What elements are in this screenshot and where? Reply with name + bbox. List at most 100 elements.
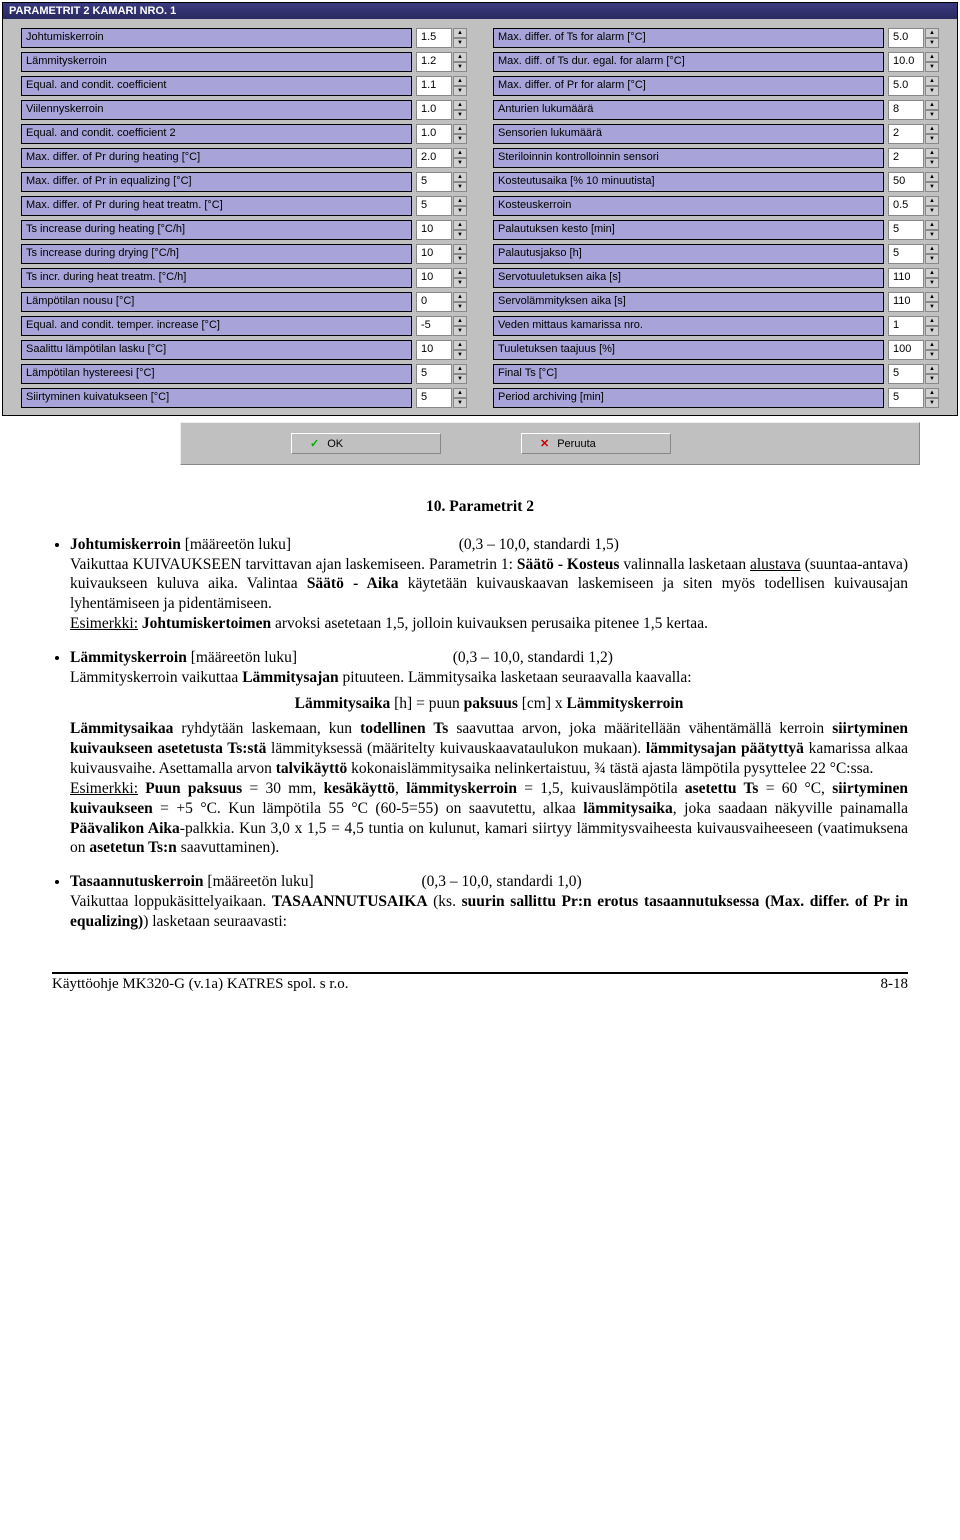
param-left-value[interactable]: 1.0 xyxy=(416,124,452,144)
spin-up-icon[interactable]: ▲ xyxy=(453,196,467,206)
param-right-value[interactable]: 2 xyxy=(888,148,924,168)
param-left-value[interactable]: 5 xyxy=(416,196,452,216)
param-right-value[interactable]: 5 xyxy=(888,388,924,408)
spin-up-icon[interactable]: ▲ xyxy=(453,220,467,230)
spinner[interactable]: ▲▼ xyxy=(925,100,939,120)
spin-down-icon[interactable]: ▼ xyxy=(453,86,467,96)
param-right-value[interactable]: 1 xyxy=(888,316,924,336)
spin-down-icon[interactable]: ▼ xyxy=(453,374,467,384)
param-left-value[interactable]: 1.1 xyxy=(416,76,452,96)
spin-down-icon[interactable]: ▼ xyxy=(453,110,467,120)
param-right-value[interactable]: 2 xyxy=(888,124,924,144)
spin-up-icon[interactable]: ▲ xyxy=(453,364,467,374)
spinner[interactable]: ▲▼ xyxy=(453,292,467,312)
spin-down-icon[interactable]: ▼ xyxy=(925,326,939,336)
spinner[interactable]: ▲▼ xyxy=(453,220,467,240)
param-right-value[interactable]: 110 xyxy=(888,292,924,312)
spinner[interactable]: ▲▼ xyxy=(453,52,467,72)
spin-down-icon[interactable]: ▼ xyxy=(925,302,939,312)
spin-down-icon[interactable]: ▼ xyxy=(453,206,467,216)
spin-down-icon[interactable]: ▼ xyxy=(925,374,939,384)
spin-down-icon[interactable]: ▼ xyxy=(925,350,939,360)
spinner[interactable]: ▲▼ xyxy=(925,148,939,168)
spin-up-icon[interactable]: ▲ xyxy=(453,52,467,62)
spin-down-icon[interactable]: ▼ xyxy=(925,134,939,144)
spinner[interactable]: ▲▼ xyxy=(453,244,467,264)
spin-up-icon[interactable]: ▲ xyxy=(925,148,939,158)
param-left-value[interactable]: 10 xyxy=(416,340,452,360)
spin-down-icon[interactable]: ▼ xyxy=(453,302,467,312)
spin-up-icon[interactable]: ▲ xyxy=(453,100,467,110)
spin-down-icon[interactable]: ▼ xyxy=(453,278,467,288)
spinner[interactable]: ▲▼ xyxy=(453,268,467,288)
spinner[interactable]: ▲▼ xyxy=(925,196,939,216)
spin-down-icon[interactable]: ▼ xyxy=(453,182,467,192)
spinner[interactable]: ▲▼ xyxy=(453,388,467,408)
spinner[interactable]: ▲▼ xyxy=(453,364,467,384)
spin-down-icon[interactable]: ▼ xyxy=(925,278,939,288)
spin-down-icon[interactable]: ▼ xyxy=(925,110,939,120)
spin-down-icon[interactable]: ▼ xyxy=(925,182,939,192)
spinner[interactable]: ▲▼ xyxy=(453,148,467,168)
param-right-value[interactable]: 50 xyxy=(888,172,924,192)
spin-up-icon[interactable]: ▲ xyxy=(925,388,939,398)
spinner[interactable]: ▲▼ xyxy=(925,292,939,312)
spin-up-icon[interactable]: ▲ xyxy=(925,340,939,350)
spin-down-icon[interactable]: ▼ xyxy=(453,326,467,336)
param-right-value[interactable]: 110 xyxy=(888,268,924,288)
spinner[interactable]: ▲▼ xyxy=(453,28,467,48)
spin-up-icon[interactable]: ▲ xyxy=(925,364,939,374)
cancel-button[interactable]: ✕ Peruuta xyxy=(521,433,671,454)
param-left-value[interactable]: 1.0 xyxy=(416,100,452,120)
ok-button[interactable]: ✓ OK xyxy=(291,433,441,454)
param-right-value[interactable]: 0.5 xyxy=(888,196,924,216)
spinner[interactable]: ▲▼ xyxy=(453,196,467,216)
spinner[interactable]: ▲▼ xyxy=(925,220,939,240)
param-left-value[interactable]: 1.5 xyxy=(416,28,452,48)
spin-up-icon[interactable]: ▲ xyxy=(453,148,467,158)
param-left-value[interactable]: 5 xyxy=(416,364,452,384)
spin-up-icon[interactable]: ▲ xyxy=(925,244,939,254)
param-right-value[interactable]: 5.0 xyxy=(888,28,924,48)
spinner[interactable]: ▲▼ xyxy=(453,316,467,336)
spin-up-icon[interactable]: ▲ xyxy=(453,28,467,38)
spin-up-icon[interactable]: ▲ xyxy=(925,220,939,230)
spinner[interactable]: ▲▼ xyxy=(925,388,939,408)
spin-up-icon[interactable]: ▲ xyxy=(453,124,467,134)
spin-up-icon[interactable]: ▲ xyxy=(925,28,939,38)
spinner[interactable]: ▲▼ xyxy=(925,316,939,336)
spin-up-icon[interactable]: ▲ xyxy=(925,268,939,278)
param-left-value[interactable]: 5 xyxy=(416,172,452,192)
spinner[interactable]: ▲▼ xyxy=(453,172,467,192)
spin-down-icon[interactable]: ▼ xyxy=(925,38,939,48)
param-left-value[interactable]: 1.2 xyxy=(416,52,452,72)
spin-down-icon[interactable]: ▼ xyxy=(453,230,467,240)
spin-down-icon[interactable]: ▼ xyxy=(925,206,939,216)
spin-down-icon[interactable]: ▼ xyxy=(453,158,467,168)
spin-down-icon[interactable]: ▼ xyxy=(925,230,939,240)
spinner[interactable]: ▲▼ xyxy=(453,76,467,96)
spin-down-icon[interactable]: ▼ xyxy=(453,38,467,48)
spin-down-icon[interactable]: ▼ xyxy=(453,254,467,264)
spin-down-icon[interactable]: ▼ xyxy=(453,134,467,144)
spinner[interactable]: ▲▼ xyxy=(925,340,939,360)
spin-up-icon[interactable]: ▲ xyxy=(453,268,467,278)
param-left-value[interactable]: 0 xyxy=(416,292,452,312)
spin-up-icon[interactable]: ▲ xyxy=(453,292,467,302)
spinner[interactable]: ▲▼ xyxy=(925,364,939,384)
param-right-value[interactable]: 5 xyxy=(888,220,924,240)
spin-up-icon[interactable]: ▲ xyxy=(453,388,467,398)
param-right-value[interactable]: 8 xyxy=(888,100,924,120)
param-left-value[interactable]: 10 xyxy=(416,268,452,288)
spin-up-icon[interactable]: ▲ xyxy=(925,76,939,86)
spinner[interactable]: ▲▼ xyxy=(925,268,939,288)
spinner[interactable]: ▲▼ xyxy=(925,124,939,144)
param-right-value[interactable]: 100 xyxy=(888,340,924,360)
spin-down-icon[interactable]: ▼ xyxy=(925,254,939,264)
spin-down-icon[interactable]: ▼ xyxy=(925,398,939,408)
param-right-value[interactable]: 5.0 xyxy=(888,76,924,96)
spinner[interactable]: ▲▼ xyxy=(925,28,939,48)
param-left-value[interactable]: -5 xyxy=(416,316,452,336)
spin-up-icon[interactable]: ▲ xyxy=(925,292,939,302)
spin-down-icon[interactable]: ▼ xyxy=(925,86,939,96)
